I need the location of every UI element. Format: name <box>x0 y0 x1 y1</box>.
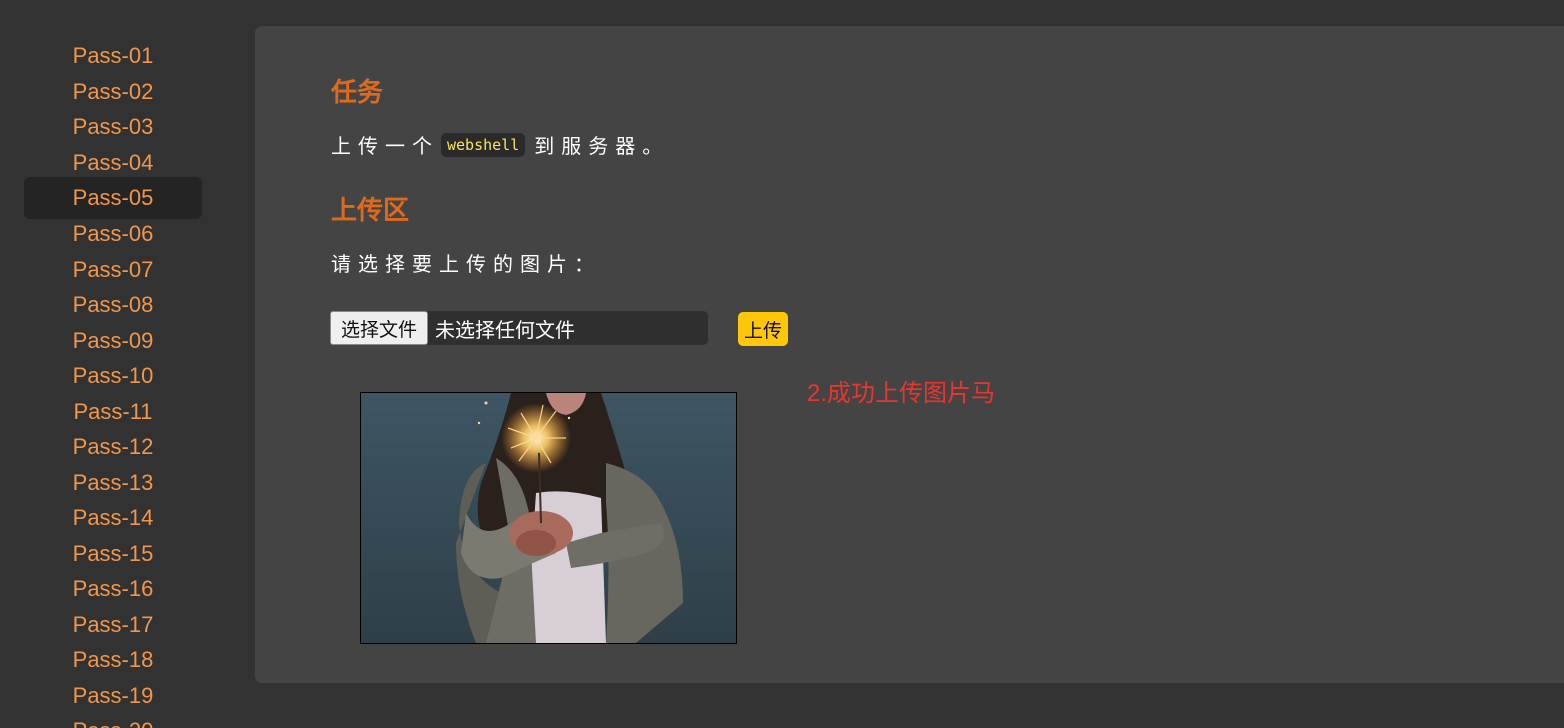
sidebar-item-pass-19[interactable]: Pass-19 <box>24 678 202 714</box>
uploaded-image-preview <box>360 392 737 644</box>
upload-heading: 上传区 <box>331 195 410 225</box>
sidebar-item-pass-03[interactable]: Pass-03 <box>24 109 202 145</box>
choose-image-label: 请选择要上传的图片： <box>331 254 601 276</box>
sidebar-item-pass-09[interactable]: Pass-09 <box>24 323 202 359</box>
webshell-code: webshell <box>441 132 526 157</box>
sidebar-item-pass-02[interactable]: Pass-02 <box>24 74 202 110</box>
upload-button[interactable]: 上传 <box>738 312 789 346</box>
sidebar-item-pass-01[interactable]: Pass-01 <box>24 38 202 74</box>
annotation-text: 2.成功上传图片马 <box>807 380 996 407</box>
sidebar-item-pass-20[interactable]: Pass-20 <box>24 713 202 728</box>
sidebar-item-pass-10[interactable]: Pass-10 <box>24 358 202 394</box>
task-heading: 任务 <box>331 77 384 107</box>
task-description: 上传一个 webshell 到服务器。 <box>331 130 669 159</box>
file-input[interactable]: 选择文件 未选择任何文件 <box>330 311 708 345</box>
sidebar-item-pass-08[interactable]: Pass-08 <box>24 287 202 323</box>
sidebar-item-pass-15[interactable]: Pass-15 <box>24 536 202 572</box>
sidebar-item-pass-05[interactable]: Pass-05 <box>24 177 202 219</box>
sparkler-photo <box>361 393 736 643</box>
sidebar-item-pass-13[interactable]: Pass-13 <box>24 465 202 501</box>
sidebar-item-pass-07[interactable]: Pass-07 <box>24 252 202 288</box>
sidebar-item-pass-12[interactable]: Pass-12 <box>24 429 202 465</box>
sidebar-item-pass-14[interactable]: Pass-14 <box>24 500 202 536</box>
task-text-before: 上传一个 <box>331 136 439 158</box>
main-panel: 任务 上传一个 webshell 到服务器。 上传区 请选择要上传的图片： 选择… <box>255 26 1564 683</box>
sidebar-item-pass-18[interactable]: Pass-18 <box>24 642 202 678</box>
sidebar-item-pass-06[interactable]: Pass-06 <box>24 216 202 252</box>
sidebar-nav: Pass-01 Pass-02 Pass-03 Pass-04 Pass-05 … <box>24 38 202 728</box>
sidebar-item-pass-11[interactable]: Pass-11 <box>24 394 202 430</box>
file-status-text: 未选择任何文件 <box>435 319 576 342</box>
sidebar-item-pass-04[interactable]: Pass-04 <box>24 145 202 181</box>
sidebar-item-pass-16[interactable]: Pass-16 <box>24 571 202 607</box>
choose-file-button[interactable]: 选择文件 <box>330 311 429 345</box>
sidebar-item-pass-17[interactable]: Pass-17 <box>24 607 202 643</box>
page: Pass-01 Pass-02 Pass-03 Pass-04 Pass-05 … <box>0 0 1564 728</box>
task-text-after: 到服务器。 <box>534 136 670 158</box>
